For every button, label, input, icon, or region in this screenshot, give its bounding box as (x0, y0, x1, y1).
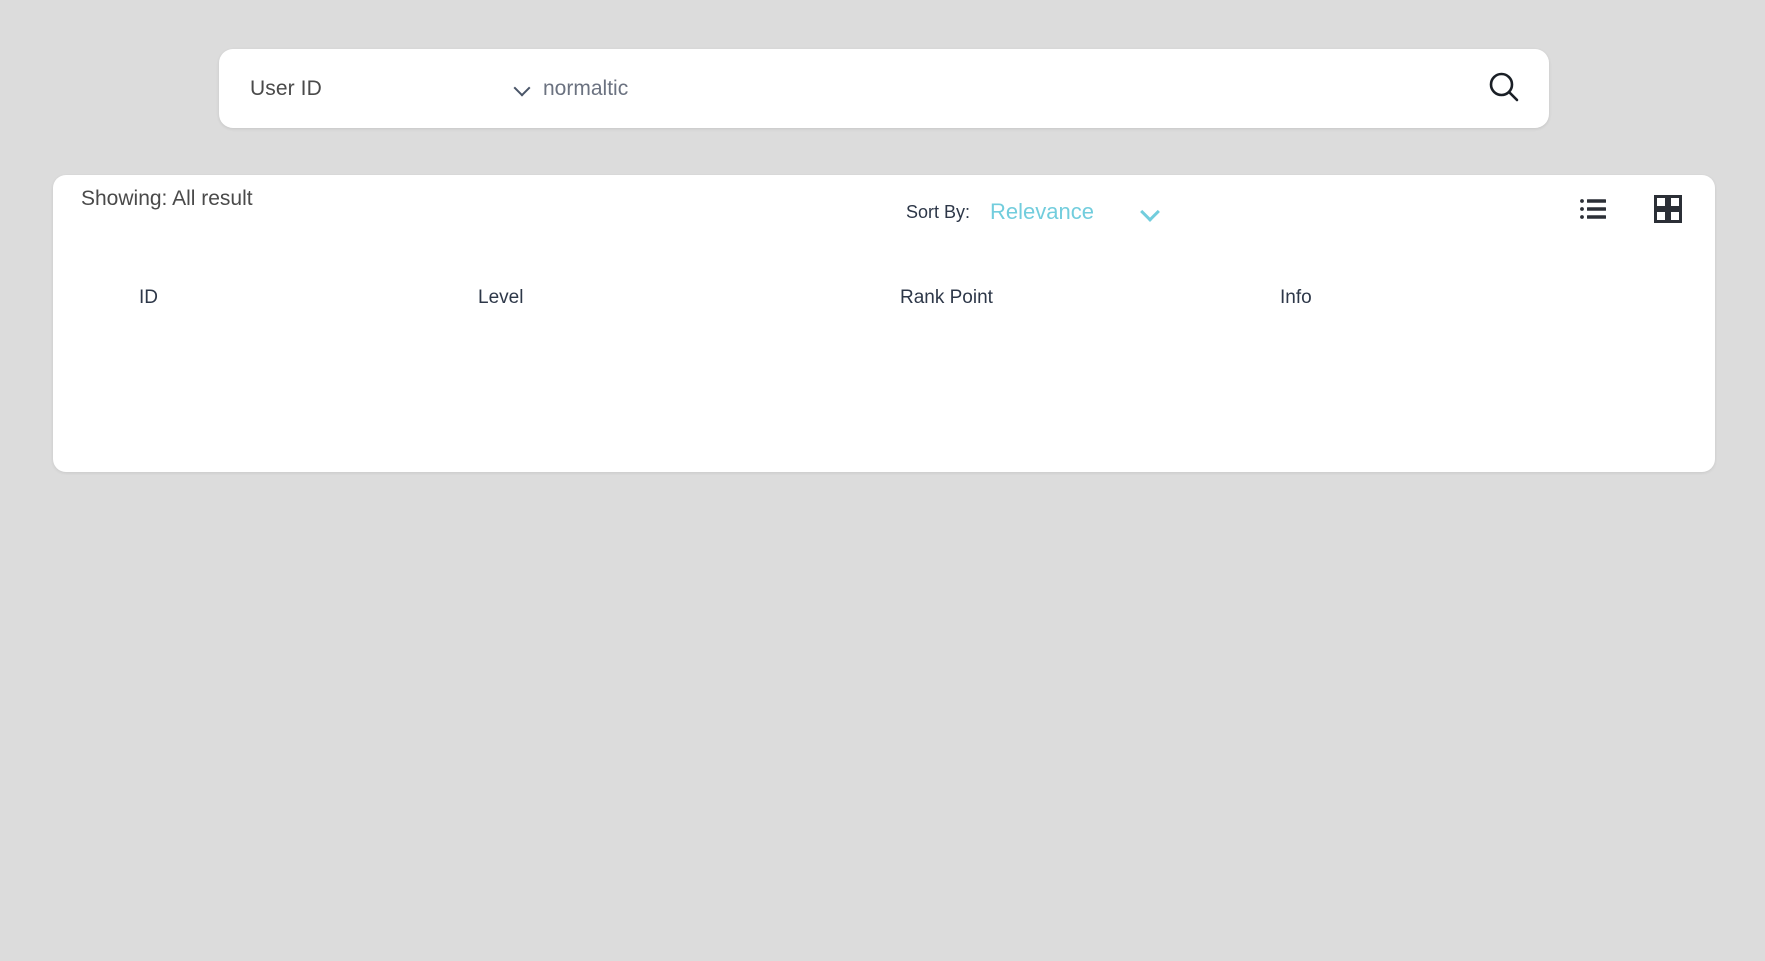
search-bar: User ID (219, 49, 1549, 128)
search-icon (1487, 70, 1521, 107)
results-table-body (53, 325, 1715, 425)
showing-label: Showing: All result (81, 187, 253, 210)
search-type-label: User ID (250, 76, 322, 100)
search-submit-button[interactable] (1459, 49, 1549, 128)
grid-view-icon (1654, 195, 1682, 223)
column-header-level: Level (478, 287, 524, 308)
chevron-down-icon[interactable] (1142, 204, 1158, 220)
search-input[interactable] (543, 76, 1459, 101)
chevron-down-icon (515, 81, 531, 97)
results-panel: Showing: All result Sort By: Relevance I… (53, 175, 1715, 472)
view-mode-toggles (1580, 195, 1682, 223)
list-view-icon (1580, 198, 1606, 220)
column-header-rank-point: Rank Point (900, 287, 993, 308)
sort-by-value[interactable]: Relevance (990, 199, 1094, 225)
sort-control: Sort By: Relevance (906, 199, 1166, 225)
search-type-dropdown[interactable]: User ID (219, 49, 539, 128)
sort-by-label: Sort By: (906, 201, 971, 222)
results-table-header: ID Level Rank Point Info (53, 265, 1715, 325)
search-input-wrapper (539, 49, 1459, 128)
list-view-button[interactable] (1580, 198, 1606, 220)
column-header-id: ID (139, 287, 158, 308)
grid-view-button[interactable] (1654, 195, 1682, 223)
column-header-info: Info (1280, 287, 1312, 308)
results-toolbar: Showing: All result Sort By: Relevance (53, 175, 1715, 265)
